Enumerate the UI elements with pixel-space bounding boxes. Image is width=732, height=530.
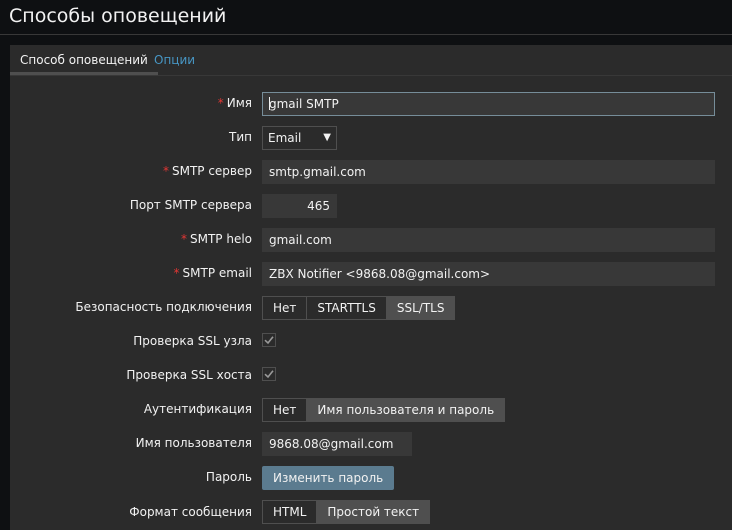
format-option-plain-text[interactable]: Простой текст [317, 501, 430, 523]
security-option-none[interactable]: Нет [263, 297, 308, 319]
smtp-port-label: Порт SMTP сервера [129, 198, 252, 212]
name-label: * Имя [217, 96, 252, 110]
smtp-server-input[interactable]: smtp.gmail.com [262, 160, 715, 184]
verify-peer-checkbox[interactable] [262, 333, 276, 347]
smtp-helo-input[interactable]: gmail.com [262, 228, 715, 252]
chevron-down-icon: ▼ [323, 132, 331, 143]
checkmark-icon [264, 336, 274, 345]
tab-options[interactable]: Опции [144, 45, 205, 75]
security-segmented-control: Нет STARTTLS SSL/TLS [262, 296, 456, 320]
type-select-value: Email [268, 131, 302, 145]
username-label: Имя пользователя [135, 436, 252, 450]
auth-option-username-password[interactable]: Имя пользователя и пароль [307, 399, 505, 421]
smtp-email-label: * SMTP email [173, 266, 252, 280]
required-asterisk: * [162, 164, 169, 178]
name-input[interactable]: gmail SMTP [262, 92, 715, 116]
auth-label: Аутентификация [143, 402, 252, 416]
security-label: Безопасность подключения [75, 300, 252, 314]
verify-peer-label: Проверка SSL узла [133, 334, 252, 348]
smtp-server-label: * SMTP сервер [162, 164, 252, 178]
security-option-starttls[interactable]: STARTTLS [307, 297, 387, 319]
type-select[interactable]: Email ▼ [262, 126, 337, 150]
verify-host-label: Проверка SSL хоста [126, 368, 252, 382]
required-asterisk: * [173, 266, 180, 280]
format-segmented-control: HTML Простой текст [262, 500, 431, 524]
change-password-button[interactable]: Изменить пароль [262, 466, 395, 490]
security-option-ssl-tls[interactable]: SSL/TLS [386, 297, 455, 319]
type-label: Тип [229, 130, 252, 144]
smtp-helo-label: * SMTP helo [180, 232, 252, 246]
page-header: Способы оповещений [0, 0, 732, 35]
form-panel: * Имя gmail SMTP Тип Email ▼ * SMTP сервер… [10, 76, 732, 530]
required-asterisk: * [217, 96, 224, 110]
tab-media-type[interactable]: Способ оповещений [10, 45, 158, 75]
verify-host-checkbox[interactable] [262, 367, 276, 381]
format-label: Формат сообщения [129, 505, 252, 519]
auth-segmented-control: Нет Имя пользователя и пароль [262, 398, 506, 422]
username-input[interactable]: 9868.08@gmail.com [262, 432, 412, 456]
tab-bar: Способ оповещений Опции [10, 45, 732, 75]
format-option-html[interactable]: HTML [263, 501, 318, 523]
auth-option-none[interactable]: Нет [263, 399, 308, 421]
checkmark-icon [264, 370, 274, 379]
smtp-port-input[interactable]: 465 [262, 194, 337, 218]
password-label: Пароль [205, 470, 252, 484]
page-title: Способы оповещений [9, 5, 227, 27]
smtp-email-input[interactable]: ZBX Notifier <9868.08@gmail.com> [262, 262, 715, 286]
required-asterisk: * [180, 232, 187, 246]
